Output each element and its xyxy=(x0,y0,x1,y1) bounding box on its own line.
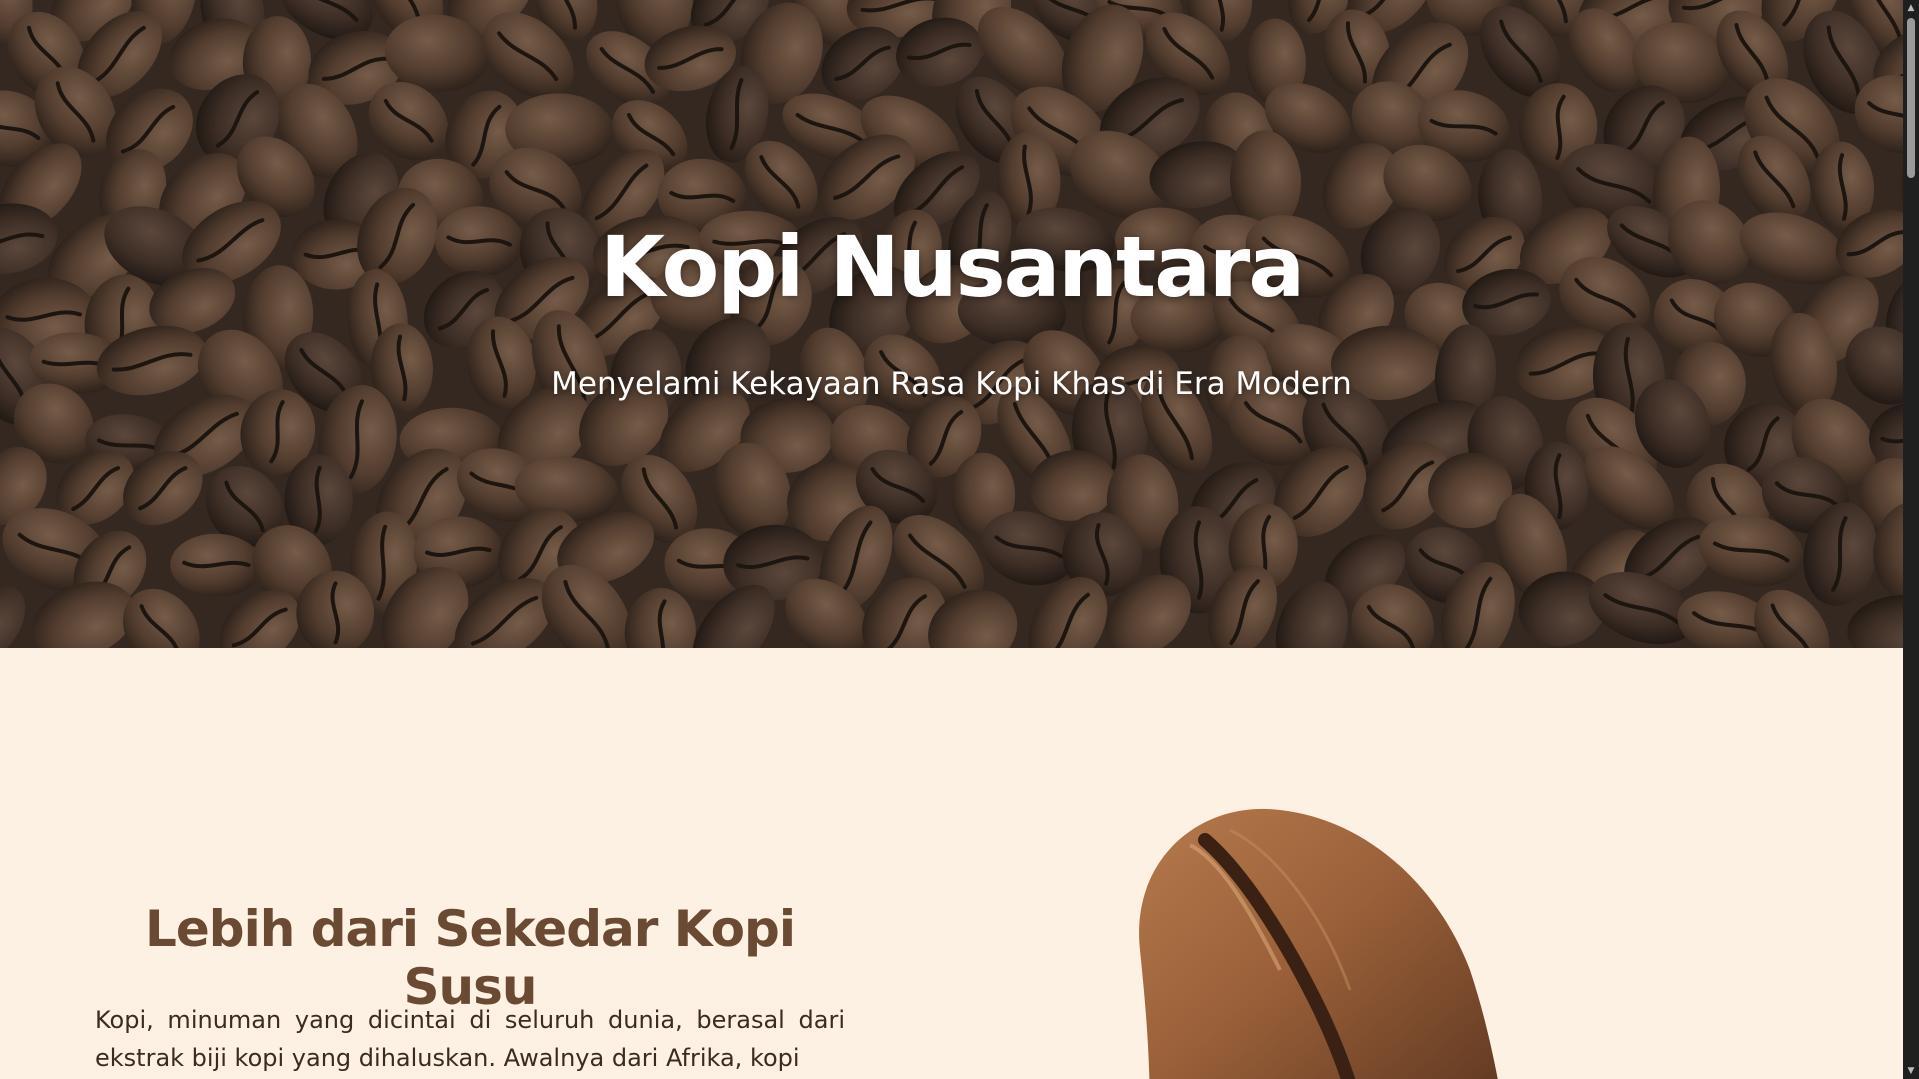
hero-overlay xyxy=(0,0,1903,648)
hero-title: Kopi Nusantara xyxy=(599,218,1305,316)
page: Kopi Nusantara Menyelami Kekayaan Rasa K… xyxy=(0,0,1903,1079)
chevron-up-icon[interactable]: ▲ xyxy=(1903,0,1919,16)
about-heading: Lebih dari Sekedar Kopi Susu xyxy=(145,900,796,1016)
scrollbar-thumb[interactable] xyxy=(1907,18,1915,178)
hero-section: Kopi Nusantara Menyelami Kekayaan Rasa K… xyxy=(0,0,1903,648)
vertical-scrollbar[interactable]: ▲ ▼ xyxy=(1903,0,1919,1079)
about-paragraph: Kopi, minuman yang dicintai di seluruh d… xyxy=(95,1006,845,1072)
hero-subtitle: Menyelami Kekayaan Rasa Kopi Khas di Era… xyxy=(551,366,1352,402)
chevron-down-icon[interactable]: ▼ xyxy=(1903,1063,1919,1079)
single-coffee-bean-image xyxy=(1139,808,1498,1079)
